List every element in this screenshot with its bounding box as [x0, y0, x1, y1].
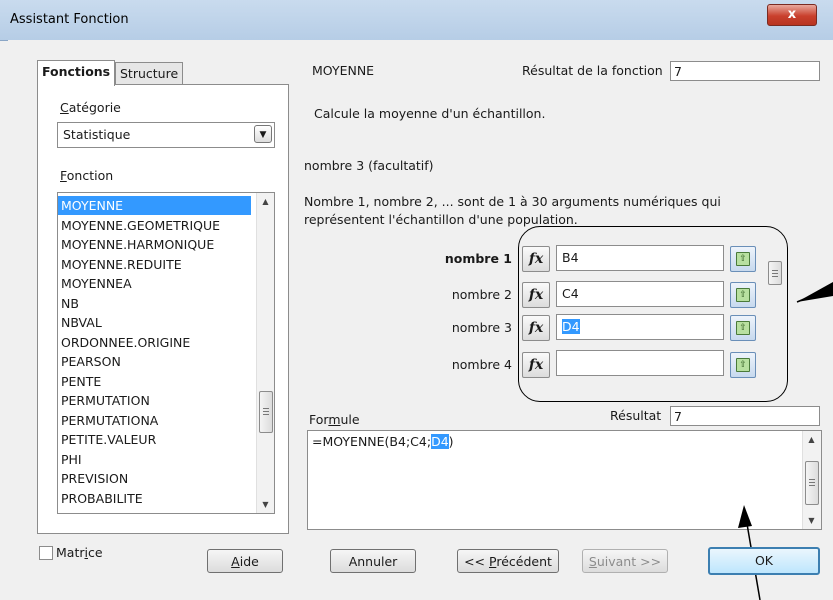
- window-title: Assistant Fonction: [10, 12, 129, 27]
- close-button[interactable]: x: [767, 4, 817, 26]
- arg-input-nombre-1[interactable]: B4: [556, 245, 724, 271]
- function-list-item[interactable]: PEARSON: [58, 352, 251, 371]
- annuler-button[interactable]: Annuler: [330, 549, 416, 573]
- scroll-up-icon[interactable]: ▲: [257, 193, 274, 210]
- resultat-fonction-value: 7: [670, 61, 820, 81]
- scroll-down-icon[interactable]: ▼: [803, 512, 820, 529]
- formula-selection: D4: [431, 434, 449, 449]
- categorie-label: Catégorie: [60, 100, 121, 115]
- arg-label-nombre-1: nombre 1: [444, 251, 512, 266]
- arg-input-nombre-4[interactable]: [556, 350, 724, 376]
- formula-scroll-thumb[interactable]: [805, 461, 819, 505]
- shrink-button-3[interactable]: ⇧: [730, 315, 756, 341]
- arg-input-selection: D4: [562, 319, 580, 334]
- function-list-item[interactable]: MOYENNE: [58, 196, 251, 215]
- function-list-item[interactable]: PENTE: [58, 372, 251, 391]
- fx-button-2[interactable]: fx: [522, 282, 550, 308]
- fx-icon: fx: [528, 357, 544, 373]
- fx-button-1[interactable]: fx: [522, 246, 550, 272]
- fx-button-4[interactable]: fx: [522, 352, 550, 378]
- formula-text: =MOYENNE(B4;C4;D4): [312, 434, 454, 449]
- resultat-fonction-label: Résultat de la fonction: [522, 63, 663, 78]
- arg-label-nombre-4: nombre 4: [451, 357, 512, 372]
- function-description: Calcule la moyenne d'un échantillon.: [314, 106, 546, 121]
- matrice-label: Matrice: [56, 545, 103, 560]
- function-list-item[interactable]: PREVISION: [58, 469, 251, 488]
- function-list-item[interactable]: PHI: [58, 450, 251, 469]
- function-list-item[interactable]: PERMUTATION: [58, 391, 251, 410]
- arg-label-nombre-2: nombre 2: [451, 287, 512, 302]
- argument-description-line2: représentent l'échantillon d'une populat…: [304, 212, 578, 227]
- function-list-item[interactable]: MOYENNEA: [58, 274, 251, 293]
- arguments-scroll-thumb[interactable]: [768, 261, 782, 285]
- fx-icon: fx: [528, 287, 544, 303]
- categorie-select[interactable]: Statistique ▼: [57, 122, 275, 148]
- function-list-item[interactable]: NBVAL: [58, 313, 251, 332]
- arg-label-nombre-3: nombre 3: [451, 320, 512, 335]
- function-list[interactable]: MOYENNE MOYENNE.GEOMETRIQUE MOYENNE.HARMON…: [57, 192, 275, 514]
- function-list-item[interactable]: NB: [58, 294, 251, 313]
- scroll-thumb[interactable]: [259, 391, 273, 433]
- matrice-checkbox[interactable]: [39, 546, 53, 560]
- tab-structure[interactable]: Structure: [115, 62, 184, 85]
- fx-button-3[interactable]: fx: [522, 315, 550, 341]
- argument-description-line1: Nombre 1, nombre 2, ... sont de 1 à 30 a…: [304, 194, 721, 209]
- shrink-icon: ⇧: [736, 252, 750, 266]
- close-icon: x: [787, 7, 797, 22]
- shrink-icon: ⇧: [736, 321, 750, 335]
- categorie-value: Statistique: [63, 127, 131, 142]
- precedent-button[interactable]: << Précédent: [457, 549, 559, 573]
- fx-icon: fx: [528, 320, 544, 336]
- function-list-item[interactable]: MOYENNE.REDUITE: [58, 255, 251, 274]
- arg-input-nombre-2[interactable]: C4: [556, 281, 724, 307]
- chevron-down-icon[interactable]: ▼: [254, 125, 272, 143]
- function-list-item[interactable]: PERMUTATIONA: [58, 411, 251, 430]
- resultat-value: 7: [670, 406, 820, 426]
- function-list-item[interactable]: MOYENNE.HARMONIQUE: [58, 235, 251, 254]
- function-list-item[interactable]: PROBABILITE: [58, 489, 251, 508]
- aide-button[interactable]: Aide: [207, 549, 283, 573]
- resultat-label: Résultat: [610, 408, 662, 423]
- fx-icon: fx: [528, 251, 544, 267]
- scroll-up-icon[interactable]: ▲: [803, 431, 820, 448]
- scroll-down-icon[interactable]: ▼: [257, 496, 274, 513]
- tab-fonctions[interactable]: Fonctions: [37, 60, 116, 86]
- shrink-button-1[interactable]: ⇧: [730, 246, 756, 272]
- formula-editor[interactable]: =MOYENNE(B4;C4;D4) ▲ ▼: [307, 430, 822, 530]
- function-list-item[interactable]: MOYENNE.GEOMETRIQUE: [58, 216, 251, 235]
- function-list-item[interactable]: PETITE.VALEUR: [58, 430, 251, 449]
- fonction-label: Fonction: [60, 168, 114, 183]
- formula-scrollbar[interactable]: ▲ ▼: [802, 431, 821, 529]
- shrink-button-2[interactable]: ⇧: [730, 282, 756, 308]
- function-list-scrollbar[interactable]: ▲ ▼: [256, 193, 274, 513]
- title-bar: Assistant Fonction x: [0, 0, 833, 41]
- function-name: MOYENNE: [312, 63, 375, 78]
- argument-title: nombre 3 (facultatif): [304, 158, 434, 173]
- suivant-button[interactable]: Suivant >>: [582, 549, 668, 573]
- shrink-icon: ⇧: [736, 358, 750, 372]
- arg-input-nombre-3[interactable]: D4: [556, 314, 724, 340]
- ok-button[interactable]: OK: [708, 547, 820, 575]
- function-wizard-dialog: Assistant Fonction x Fonctions Structure…: [0, 0, 833, 600]
- formule-label: Formule: [309, 412, 360, 427]
- shrink-icon: ⇧: [736, 288, 750, 302]
- function-list-item[interactable]: ORDONNEE.ORIGINE: [58, 333, 251, 352]
- shrink-button-4[interactable]: ⇧: [730, 352, 756, 378]
- arguments-scrollbar[interactable]: [766, 244, 784, 378]
